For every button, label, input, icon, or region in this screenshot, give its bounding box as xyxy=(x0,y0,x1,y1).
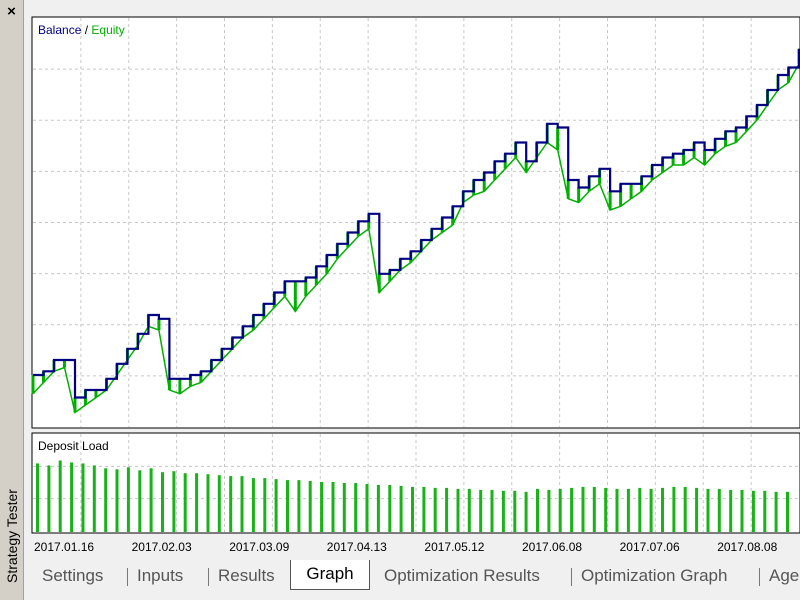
tab-optimization-graph[interactable]: Optimization Graph xyxy=(581,562,746,590)
deposit-load-bar xyxy=(558,488,562,532)
deposit-load-bar xyxy=(286,480,289,532)
deposit-load-bar xyxy=(467,488,471,532)
deposit-load-bar xyxy=(763,490,767,532)
deposit-load-bar xyxy=(126,467,130,532)
deposit-load-label: Deposit Load xyxy=(38,439,109,453)
deposit-load-bar xyxy=(161,472,164,532)
tab-results[interactable]: Results xyxy=(218,562,276,590)
deposit-load-bar xyxy=(479,489,483,532)
legend-balance: Balance xyxy=(38,23,82,37)
date-tick-label: 2017.03.09 xyxy=(229,540,289,554)
deposit-load-bar xyxy=(263,478,267,532)
deposit-load-bar xyxy=(183,473,187,532)
deposit-load-bar xyxy=(774,491,778,532)
deposit-load-bar xyxy=(786,491,789,532)
deposit-load-bar xyxy=(195,473,199,532)
deposit-load-bar xyxy=(672,486,676,532)
deposit-load-bar xyxy=(376,485,380,532)
deposit-load-bar xyxy=(751,490,755,532)
deposit-load-bar xyxy=(524,491,528,532)
date-tick-label: 2017.08.08 xyxy=(717,540,777,554)
deposit-load-bar xyxy=(138,470,142,532)
tab-settings[interactable]: Settings xyxy=(42,562,122,590)
deposit-load-bar xyxy=(104,468,108,532)
deposit-load-bar xyxy=(240,476,244,532)
deposit-load-bar xyxy=(729,489,733,532)
deposit-load-bar xyxy=(365,484,369,532)
deposit-load-bar xyxy=(570,487,574,532)
date-tick-label: 2017.06.08 xyxy=(522,540,582,554)
deposit-load-bar xyxy=(456,488,460,532)
balance-equity-chart: Balance / Equity Deposit Load 2017.01.16… xyxy=(31,16,800,554)
deposit-load-bar xyxy=(592,486,596,532)
deposit-load-bar xyxy=(411,486,414,532)
deposit-load-bar xyxy=(649,488,653,532)
tab-separator xyxy=(759,568,760,586)
deposit-load-bar xyxy=(206,474,210,532)
deposit-load-bar xyxy=(433,487,437,532)
deposit-load-bar xyxy=(695,487,699,532)
deposit-load-bar xyxy=(149,468,153,532)
deposit-load-bar xyxy=(47,465,51,532)
deposit-load-bar xyxy=(638,487,642,532)
deposit-load-bar xyxy=(354,483,358,532)
tab-optimization-results[interactable]: Optimization Results xyxy=(384,562,564,590)
deposit-load-bar xyxy=(615,488,619,532)
date-tick-label: 2017.04.13 xyxy=(327,540,387,554)
date-tick-label: 2017.01.16 xyxy=(34,540,94,554)
deposit-load-bar xyxy=(217,475,221,532)
deposit-load-bar xyxy=(342,483,346,532)
tab-separator xyxy=(208,568,209,586)
date-tick-label: 2017.05.12 xyxy=(424,540,484,554)
deposit-load-bar xyxy=(399,485,403,532)
deposit-load-bar xyxy=(513,490,517,532)
deposit-load-bar xyxy=(536,488,539,532)
deposit-load-bar xyxy=(604,487,608,532)
deposit-load-bar xyxy=(331,482,335,532)
tab-separator xyxy=(571,568,572,586)
deposit-load-bar xyxy=(251,478,255,532)
deposit-load-bar xyxy=(36,463,39,532)
deposit-load-bar xyxy=(229,476,233,532)
deposit-load-bar xyxy=(58,460,62,532)
deposit-load-bar xyxy=(626,488,630,532)
deposit-load-bar xyxy=(70,462,74,532)
panel-title: Strategy Tester xyxy=(0,478,24,594)
date-axis: 2017.01.16 2017.02.03 2017.03.09 2017.04.13… xyxy=(34,540,778,554)
date-tick-label: 2017.07.06 xyxy=(620,540,680,554)
deposit-load-bar xyxy=(320,482,324,532)
tab-separator xyxy=(127,568,128,586)
deposit-load-bar xyxy=(388,485,392,532)
legend: Balance / Equity xyxy=(38,23,125,37)
tab-bar: Settings Inputs Results Graph Optimization R… xyxy=(24,560,800,600)
deposit-load-bar xyxy=(81,463,85,532)
deposit-load-bar xyxy=(297,480,301,532)
deposit-load-bar xyxy=(422,486,426,532)
deposit-load-bar xyxy=(172,471,176,532)
tab-age[interactable]: Age xyxy=(769,562,800,590)
deposit-load-bar xyxy=(92,465,96,532)
deposit-load-bar xyxy=(445,487,449,532)
panel-title-text: Strategy Tester xyxy=(4,489,20,583)
legend-equity: Equity xyxy=(91,23,124,37)
close-icon[interactable]: × xyxy=(3,3,20,21)
legend-separator: / xyxy=(81,23,91,37)
tab-graph[interactable]: Graph xyxy=(290,560,370,590)
deposit-load-bar xyxy=(501,490,505,532)
deposit-load-bar xyxy=(717,488,721,532)
deposit-load-bar xyxy=(308,481,312,532)
deposit-load-bar xyxy=(581,486,585,532)
deposit-load-bar xyxy=(661,487,664,532)
deposit-load-bar xyxy=(274,479,278,532)
tab-inputs[interactable]: Inputs xyxy=(137,562,203,590)
deposit-load-bar xyxy=(683,486,687,532)
date-tick-label: 2017.02.03 xyxy=(132,540,192,554)
deposit-load-bar xyxy=(115,469,119,532)
chart-area: Balance / Equity Deposit Load 2017.01.16… xyxy=(24,0,800,560)
deposit-load-bar xyxy=(740,489,744,532)
strategy-tester-panel-bar: × Strategy Tester xyxy=(0,0,24,600)
deposit-load-bar xyxy=(547,489,551,532)
deposit-load-bar xyxy=(490,489,494,532)
deposit-load-bar xyxy=(706,488,710,532)
